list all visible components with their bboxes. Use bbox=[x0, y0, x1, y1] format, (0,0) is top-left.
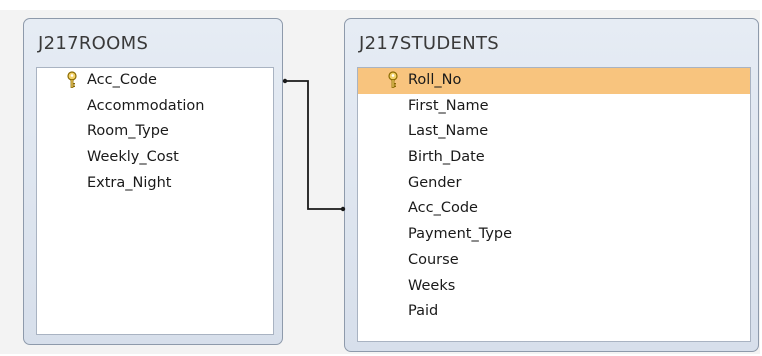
field-label: Payment_Type bbox=[408, 226, 513, 243]
field-acc-code[interactable]: Acc_Code bbox=[37, 68, 273, 94]
field-label: Accommodation bbox=[87, 97, 205, 114]
field-first-name[interactable]: First_Name bbox=[358, 94, 750, 120]
field-gender[interactable]: Gender bbox=[358, 171, 750, 197]
field-label: Roll_No bbox=[408, 72, 462, 88]
table-title[interactable]: J217ROOMS bbox=[38, 33, 148, 54]
field-label: Gender bbox=[408, 174, 462, 191]
field-label: Birth_Date bbox=[408, 149, 485, 166]
field-extra-night[interactable]: Extra_Night bbox=[37, 171, 273, 197]
table-title[interactable]: J217STUDENTS bbox=[359, 33, 499, 54]
key-icon bbox=[388, 71, 398, 88]
field-acc-code[interactable]: Acc_Code bbox=[358, 196, 750, 222]
field-paid[interactable]: Paid bbox=[358, 299, 750, 325]
field-label: Room_Type bbox=[87, 123, 169, 140]
field-label: Paid bbox=[408, 303, 439, 320]
field-label: Extra_Night bbox=[87, 174, 172, 191]
field-payment-type[interactable]: Payment_Type bbox=[358, 222, 750, 248]
field-label: Weekly_Cost bbox=[87, 149, 179, 166]
field-label: Last_Name bbox=[408, 123, 489, 140]
field-label: Acc_Code bbox=[408, 200, 478, 217]
table-window-students[interactable]: J217STUDENTS Roll_No First_Name Last_Nam… bbox=[344, 18, 759, 352]
field-roll-no[interactable]: Roll_No bbox=[358, 68, 750, 94]
field-weekly-cost[interactable]: Weekly_Cost bbox=[37, 145, 273, 171]
field-accommodation[interactable]: Accommodation bbox=[37, 94, 273, 120]
field-room-type[interactable]: Room_Type bbox=[37, 119, 273, 145]
field-birth-date[interactable]: Birth_Date bbox=[358, 145, 750, 171]
field-label: Acc_Code bbox=[87, 72, 157, 88]
field-label: First_Name bbox=[408, 97, 489, 114]
field-label: Course bbox=[408, 251, 459, 268]
field-last-name[interactable]: Last_Name bbox=[358, 119, 750, 145]
field-label: Weeks bbox=[408, 277, 456, 294]
key-icon bbox=[67, 71, 77, 88]
field-course[interactable]: Course bbox=[358, 248, 750, 274]
field-weeks[interactable]: Weeks bbox=[358, 274, 750, 300]
field-list[interactable]: Acc_Code Accommodation Room_Type Weekly_… bbox=[36, 67, 274, 335]
table-window-rooms[interactable]: J217ROOMS Acc_Code Accommodation Room_Ty… bbox=[23, 18, 283, 345]
field-list[interactable]: Roll_No First_Name Last_Name Birth_Date … bbox=[357, 67, 751, 342]
